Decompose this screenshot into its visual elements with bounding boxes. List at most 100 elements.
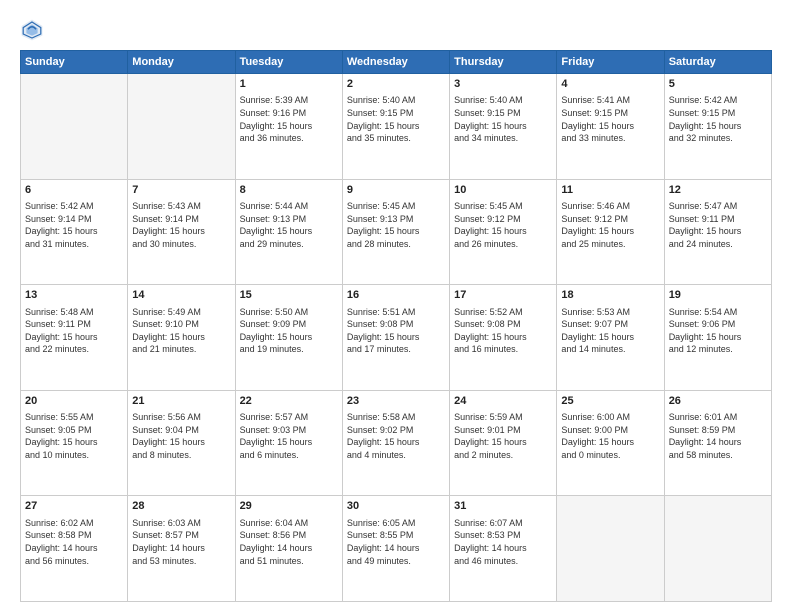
- day-info: and 33 minutes.: [561, 132, 659, 145]
- day-info: Sunrise: 5:40 AM: [347, 94, 445, 107]
- day-info: Daylight: 15 hours: [454, 225, 552, 238]
- day-info: Daylight: 14 hours: [132, 542, 230, 555]
- day-info: Sunset: 9:06 PM: [669, 318, 767, 331]
- day-info: and 34 minutes.: [454, 132, 552, 145]
- day-number: 3: [454, 77, 552, 92]
- day-info: Sunset: 8:56 PM: [240, 529, 338, 542]
- day-number: 23: [347, 394, 445, 409]
- day-info: Sunset: 9:09 PM: [240, 318, 338, 331]
- day-info: Sunset: 9:00 PM: [561, 424, 659, 437]
- day-info: Sunset: 9:08 PM: [347, 318, 445, 331]
- day-number: 24: [454, 394, 552, 409]
- day-info: Sunset: 8:58 PM: [25, 529, 123, 542]
- calendar-table: SundayMondayTuesdayWednesdayThursdayFrid…: [20, 50, 772, 602]
- day-number: 17: [454, 288, 552, 303]
- day-info: and 32 minutes.: [669, 132, 767, 145]
- day-info: and 6 minutes.: [240, 449, 338, 462]
- day-info: Daylight: 15 hours: [240, 225, 338, 238]
- day-number: 2: [347, 77, 445, 92]
- day-info: and 8 minutes.: [132, 449, 230, 462]
- day-info: and 19 minutes.: [240, 343, 338, 356]
- day-info: Sunrise: 6:02 AM: [25, 517, 123, 530]
- day-info: Daylight: 15 hours: [132, 436, 230, 449]
- day-info: Daylight: 15 hours: [347, 225, 445, 238]
- day-info: Daylight: 15 hours: [561, 436, 659, 449]
- col-header-wednesday: Wednesday: [342, 51, 449, 74]
- calendar-cell: 16Sunrise: 5:51 AMSunset: 9:08 PMDayligh…: [342, 285, 449, 391]
- col-header-tuesday: Tuesday: [235, 51, 342, 74]
- day-info: Sunrise: 5:52 AM: [454, 306, 552, 319]
- day-number: 29: [240, 499, 338, 514]
- day-info: Sunset: 9:11 PM: [25, 318, 123, 331]
- day-info: Sunrise: 6:05 AM: [347, 517, 445, 530]
- day-info: Sunset: 9:13 PM: [240, 213, 338, 226]
- calendar-cell: [128, 74, 235, 180]
- day-info: Daylight: 15 hours: [347, 331, 445, 344]
- col-header-sunday: Sunday: [21, 51, 128, 74]
- day-info: Sunset: 9:12 PM: [454, 213, 552, 226]
- day-info: and 29 minutes.: [240, 238, 338, 251]
- calendar-cell: 2Sunrise: 5:40 AMSunset: 9:15 PMDaylight…: [342, 74, 449, 180]
- day-number: 5: [669, 77, 767, 92]
- day-info: Daylight: 15 hours: [240, 331, 338, 344]
- calendar-cell: 27Sunrise: 6:02 AMSunset: 8:58 PMDayligh…: [21, 496, 128, 602]
- calendar-cell: 22Sunrise: 5:57 AMSunset: 9:03 PMDayligh…: [235, 390, 342, 496]
- logo-icon: [20, 18, 44, 42]
- day-number: 9: [347, 183, 445, 198]
- day-info: Sunset: 9:10 PM: [132, 318, 230, 331]
- day-number: 15: [240, 288, 338, 303]
- calendar-cell: 8Sunrise: 5:44 AMSunset: 9:13 PMDaylight…: [235, 179, 342, 285]
- day-info: Sunset: 9:02 PM: [347, 424, 445, 437]
- day-info: Daylight: 15 hours: [25, 436, 123, 449]
- day-info: Sunrise: 6:03 AM: [132, 517, 230, 530]
- calendar-cell: 21Sunrise: 5:56 AMSunset: 9:04 PMDayligh…: [128, 390, 235, 496]
- day-info: Sunset: 9:05 PM: [25, 424, 123, 437]
- week-row-4: 20Sunrise: 5:55 AMSunset: 9:05 PMDayligh…: [21, 390, 772, 496]
- calendar-cell: 23Sunrise: 5:58 AMSunset: 9:02 PMDayligh…: [342, 390, 449, 496]
- week-row-2: 6Sunrise: 5:42 AMSunset: 9:14 PMDaylight…: [21, 179, 772, 285]
- day-info: Sunrise: 5:43 AM: [132, 200, 230, 213]
- day-info: Sunrise: 5:49 AM: [132, 306, 230, 319]
- day-info: and 21 minutes.: [132, 343, 230, 356]
- day-info: Sunset: 9:15 PM: [669, 107, 767, 120]
- day-info: Daylight: 15 hours: [454, 436, 552, 449]
- day-info: and 56 minutes.: [25, 555, 123, 568]
- day-info: Sunset: 9:01 PM: [454, 424, 552, 437]
- calendar-cell: 19Sunrise: 5:54 AMSunset: 9:06 PMDayligh…: [664, 285, 771, 391]
- calendar-cell: 20Sunrise: 5:55 AMSunset: 9:05 PMDayligh…: [21, 390, 128, 496]
- day-info: Sunset: 9:11 PM: [669, 213, 767, 226]
- day-info: Sunset: 9:13 PM: [347, 213, 445, 226]
- day-info: Sunset: 8:59 PM: [669, 424, 767, 437]
- day-info: Daylight: 14 hours: [240, 542, 338, 555]
- day-info: Sunrise: 5:46 AM: [561, 200, 659, 213]
- day-number: 30: [347, 499, 445, 514]
- day-info: Daylight: 15 hours: [25, 331, 123, 344]
- col-header-monday: Monday: [128, 51, 235, 74]
- day-info: Sunrise: 5:57 AM: [240, 411, 338, 424]
- calendar-cell: 9Sunrise: 5:45 AMSunset: 9:13 PMDaylight…: [342, 179, 449, 285]
- day-info: and 4 minutes.: [347, 449, 445, 462]
- day-info: Sunrise: 6:01 AM: [669, 411, 767, 424]
- day-info: Daylight: 15 hours: [669, 225, 767, 238]
- day-number: 10: [454, 183, 552, 198]
- calendar-cell: 11Sunrise: 5:46 AMSunset: 9:12 PMDayligh…: [557, 179, 664, 285]
- day-info: and 51 minutes.: [240, 555, 338, 568]
- day-info: and 14 minutes.: [561, 343, 659, 356]
- week-row-3: 13Sunrise: 5:48 AMSunset: 9:11 PMDayligh…: [21, 285, 772, 391]
- day-info: and 26 minutes.: [454, 238, 552, 251]
- calendar-cell: 29Sunrise: 6:04 AMSunset: 8:56 PMDayligh…: [235, 496, 342, 602]
- day-info: Sunrise: 5:50 AM: [240, 306, 338, 319]
- day-number: 20: [25, 394, 123, 409]
- day-number: 25: [561, 394, 659, 409]
- day-info: Daylight: 15 hours: [240, 436, 338, 449]
- col-header-saturday: Saturday: [664, 51, 771, 74]
- logo: [20, 18, 48, 42]
- day-info: Daylight: 14 hours: [347, 542, 445, 555]
- day-info: Daylight: 15 hours: [454, 120, 552, 133]
- page: SundayMondayTuesdayWednesdayThursdayFrid…: [0, 0, 792, 612]
- calendar-cell: 15 Sunrise: 5:50 AMSunset: 9:09 PMDayligh…: [235, 285, 342, 391]
- day-info: and 12 minutes.: [669, 343, 767, 356]
- day-info: Sunrise: 5:41 AM: [561, 94, 659, 107]
- calendar-cell: 18Sunrise: 5:53 AMSunset: 9:07 PMDayligh…: [557, 285, 664, 391]
- calendar-cell: 17Sunrise: 5:52 AMSunset: 9:08 PMDayligh…: [450, 285, 557, 391]
